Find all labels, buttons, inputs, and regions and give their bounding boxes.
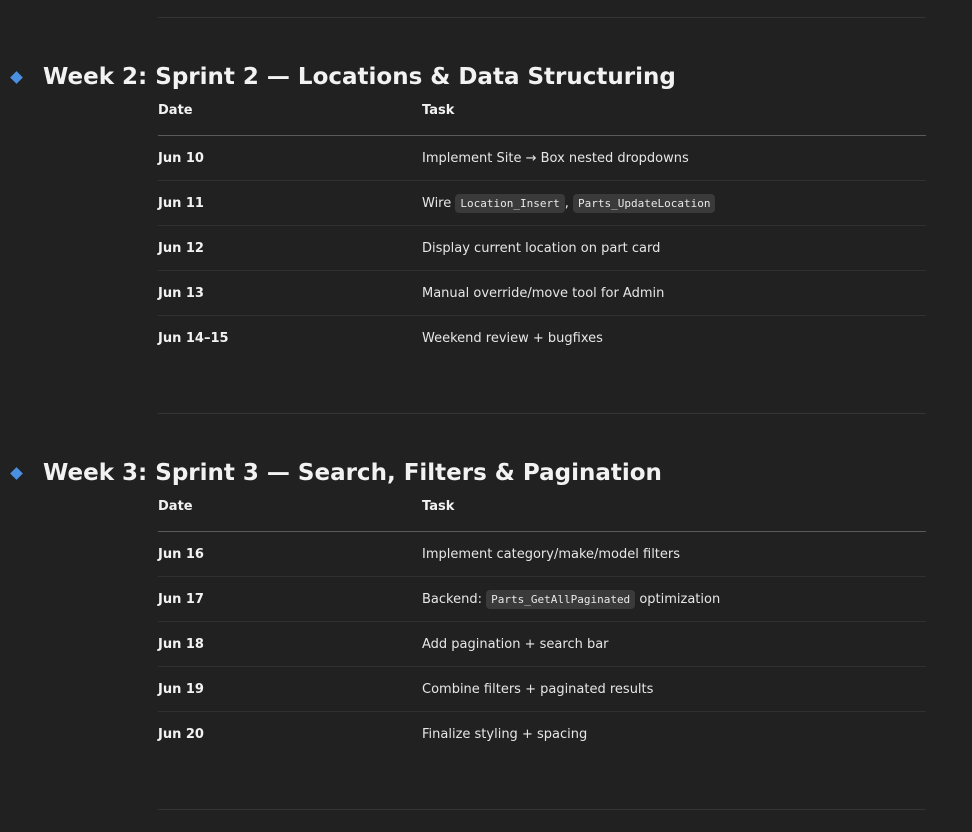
task-cell: Add pagination + search bar <box>422 621 926 667</box>
task-text: optimization <box>635 591 721 607</box>
section-week-2: Week 2: Sprint 2 — Locations & Data Stru… <box>10 62 926 360</box>
task-cell: Backend: Parts_GetAllPaginated optimizat… <box>422 576 926 622</box>
task-text: , <box>564 195 573 211</box>
table-row: Jun 20 Finalize styling + spacing <box>158 712 926 757</box>
task-cell: Wire Location_Insert, Parts_UpdateLocati… <box>422 180 926 226</box>
date-cell: Jun 14–15 <box>158 330 229 346</box>
date-cell: Jun 18 <box>158 621 422 667</box>
task-text: Backend: <box>422 591 487 607</box>
column-header-task: Task <box>422 103 926 136</box>
date-cell: Jun 19 <box>158 666 422 712</box>
task-cell: Implement Site → Box nested dropdowns <box>422 135 926 181</box>
date-cell: Jun 12 <box>158 225 422 271</box>
table-row: Jun 11 Wire Location_Insert, Parts_Updat… <box>158 180 926 226</box>
task-cell: Combine filters + paginated results <box>422 666 926 712</box>
column-header-date: Date <box>158 499 422 532</box>
table-row: Jun 17 Backend: Parts_GetAllPaginated op… <box>158 576 926 622</box>
table-row: Jun 18 Add pagination + search bar <box>158 621 926 667</box>
table-header-row: Date Task <box>158 103 926 136</box>
task-cell: Display current location on part card <box>422 225 926 271</box>
document-content: Week 2: Sprint 2 — Locations & Data Stru… <box>10 0 926 810</box>
section-divider <box>158 809 926 810</box>
schedule-table: Date Task Jun 16 Implement category/make… <box>158 499 926 756</box>
date-cell: Jun 20 <box>158 726 204 742</box>
task-cell: Weekend review + bugfixes <box>422 330 603 346</box>
task-text: Wire <box>422 195 456 211</box>
section-title: Week 3: Sprint 3 — Search, Filters & Pag… <box>43 460 662 486</box>
column-header-date: Date <box>158 103 422 136</box>
table-header-row: Date Task <box>158 499 926 532</box>
table-row: Jun 16 Implement category/make/model fil… <box>158 531 926 577</box>
blue-diamond-icon <box>10 70 23 84</box>
date-cell: Jun 11 <box>158 180 422 226</box>
inline-code: Parts_UpdateLocation <box>572 193 716 213</box>
section-heading: Week 3: Sprint 3 — Search, Filters & Pag… <box>0 458 926 488</box>
schedule-table: Date Task Jun 10 Implement Site → Box ne… <box>158 103 926 360</box>
task-cell: Implement category/make/model filters <box>422 531 926 577</box>
task-cell: Finalize styling + spacing <box>422 726 588 742</box>
table-row: Jun 12 Display current location on part … <box>158 225 926 271</box>
inline-code: Location_Insert <box>455 193 565 213</box>
section-divider <box>158 17 926 18</box>
section-week-3: Week 3: Sprint 3 — Search, Filters & Pag… <box>10 458 926 756</box>
section-divider <box>158 413 926 414</box>
table-row: Jun 13 Manual override/move tool for Adm… <box>158 270 926 316</box>
table-row: Jun 10 Implement Site → Box nested dropd… <box>158 135 926 181</box>
date-cell: Jun 10 <box>158 135 422 181</box>
date-cell: Jun 17 <box>158 576 422 622</box>
section-heading: Week 2: Sprint 2 — Locations & Data Stru… <box>0 62 926 92</box>
inline-code: Parts_GetAllPaginated <box>486 589 636 609</box>
task-cell: Manual override/move tool for Admin <box>422 270 926 316</box>
section-title: Week 2: Sprint 2 — Locations & Data Stru… <box>43 64 676 90</box>
column-header-task: Task <box>422 499 926 532</box>
table-row: Jun 14–15 Weekend review + bugfixes <box>158 316 926 361</box>
date-cell: Jun 13 <box>158 270 422 316</box>
blue-diamond-icon <box>10 466 23 480</box>
table-row: Jun 19 Combine filters + paginated resul… <box>158 666 926 712</box>
date-cell: Jun 16 <box>158 531 422 577</box>
